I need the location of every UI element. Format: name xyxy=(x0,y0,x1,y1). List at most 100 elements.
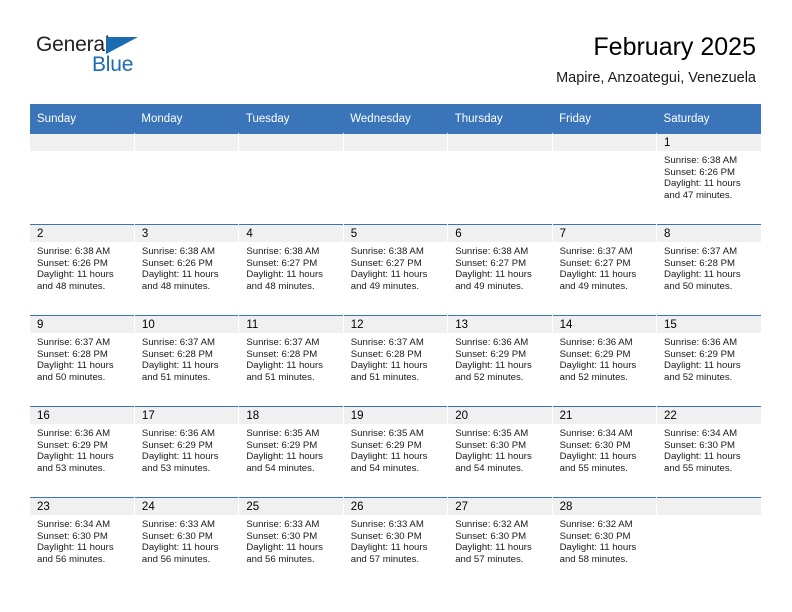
day-number: 5 xyxy=(343,225,447,242)
calendar-day-cell[interactable]: 16 Sunrise: 6:36 AM Sunset: 6:29 PM Dayligh… xyxy=(30,406,135,498)
day-number: 7 xyxy=(552,225,656,242)
weekday-header-thursday: Thursday xyxy=(447,104,553,134)
day-number: 15 xyxy=(657,316,761,333)
sunrise-time: Sunrise: 6:33 AM xyxy=(246,519,320,530)
calendar-week-row: 2 Sunrise: 6:38 AM Sunset: 6:26 PM Daylight… xyxy=(30,224,761,316)
sunset-time: Sunset: 6:28 PM xyxy=(246,348,318,360)
calendar-page: General Blue February 2025 Mapire, Anzoa… xyxy=(0,0,792,612)
calendar-day-cell[interactable]: 6 Sunrise: 6:38 AM Sunset: 6:27 PM Daylight… xyxy=(447,224,553,316)
calendar-day-cell[interactable]: 22 Sunrise: 6:34 AM Sunset: 6:30 PM Dayligh… xyxy=(656,406,761,498)
day-number xyxy=(448,134,552,151)
calendar-cell-empty xyxy=(30,133,135,225)
day-number: 25 xyxy=(239,498,343,515)
calendar-day-cell[interactable]: 9 Sunrise: 6:37 AM Sunset: 6:28 PM Daylight… xyxy=(30,315,135,407)
calendar-day-cell[interactable]: 17 Sunrise: 6:36 AM Sunset: 6:29 PM Dayligh… xyxy=(134,406,240,498)
calendar-day-cell[interactable]: 20 Sunrise: 6:35 AM Sunset: 6:30 PM Dayligh… xyxy=(447,406,553,498)
daylight-duration-line1: Daylight: 11 hours xyxy=(350,360,428,372)
daylight-duration-line1: Daylight: 11 hours xyxy=(455,542,532,554)
day-number: 4 xyxy=(239,225,343,242)
day-details: Sunrise: 6:34 AM Sunset: 6:30 PM Daylight:… xyxy=(30,515,133,565)
sunset-time: Sunset: 6:30 PM xyxy=(455,530,527,542)
daylight-duration-line1: Daylight: 11 hours xyxy=(37,542,114,554)
daylight-duration-line1: Daylight: 11 hours xyxy=(455,360,532,372)
daylight-duration-line1: Daylight: 11 hours xyxy=(37,360,114,372)
sunset-time: Sunset: 6:28 PM xyxy=(37,348,108,360)
day-number: 21 xyxy=(552,407,656,424)
calendar-grid: Sunday Monday Tuesday Wednesday Thursday Frid… xyxy=(30,104,761,588)
brand-logo[interactable]: General Blue xyxy=(36,34,296,76)
daylight-duration-line2: and 57 minutes. xyxy=(350,553,420,565)
sunrise-time: Sunrise: 6:38 AM xyxy=(141,246,215,257)
sunset-time: Sunset: 6:29 PM xyxy=(246,439,318,451)
sunset-time: Sunset: 6:29 PM xyxy=(559,348,631,360)
calendar-day-cell[interactable]: 23 Sunrise: 6:34 AM Sunset: 6:30 PM Dayligh… xyxy=(30,497,135,588)
calendar-day-cell[interactable]: 28 Sunrise: 6:32 AM Sunset: 6:30 PM Dayligh… xyxy=(552,497,658,588)
calendar-day-cell[interactable]: 3 Sunrise: 6:38 AM Sunset: 6:26 PM Daylight… xyxy=(134,224,240,316)
calendar-cell-empty xyxy=(656,497,761,588)
daylight-duration-line2: and 52 minutes. xyxy=(559,371,628,383)
daylight-duration-line1: Daylight: 11 hours xyxy=(350,269,428,281)
calendar-day-cell[interactable]: 10 Sunrise: 6:37 AM Sunset: 6:28 PM Dayligh… xyxy=(134,315,240,407)
daylight-duration-line1: Daylight: 11 hours xyxy=(141,451,219,463)
calendar-day-cell[interactable]: 24 Sunrise: 6:33 AM Sunset: 6:30 PM Dayligh… xyxy=(134,497,240,588)
daylight-duration-line1: Daylight: 11 hours xyxy=(141,269,219,281)
daylight-duration-line1: Daylight: 11 hours xyxy=(455,269,532,281)
calendar-day-cell[interactable]: 14 Sunrise: 6:36 AM Sunset: 6:29 PM Dayligh… xyxy=(552,315,658,407)
day-number xyxy=(30,134,134,151)
daylight-duration-line2: and 51 minutes. xyxy=(246,371,315,383)
daylight-duration-line2: and 56 minutes. xyxy=(37,553,106,565)
calendar-day-cell[interactable]: 5 Sunrise: 6:38 AM Sunset: 6:27 PM Daylight… xyxy=(343,224,449,316)
day-details: Sunrise: 6:36 AM Sunset: 6:29 PM Daylight:… xyxy=(30,424,133,474)
calendar-day-cell[interactable]: 15 Sunrise: 6:36 AM Sunset: 6:29 PM Dayligh… xyxy=(656,315,761,407)
calendar-cell-empty xyxy=(447,133,553,225)
sunset-time: Sunset: 6:28 PM xyxy=(664,257,735,269)
day-details: Sunrise: 6:32 AM Sunset: 6:30 PM Daylight:… xyxy=(448,515,551,565)
calendar-day-cell[interactable]: 21 Sunrise: 6:34 AM Sunset: 6:30 PM Dayligh… xyxy=(552,406,658,498)
daylight-duration-line1: Daylight: 11 hours xyxy=(246,269,323,281)
daylight-duration-line2: and 48 minutes. xyxy=(37,280,106,292)
daylight-duration-line2: and 53 minutes. xyxy=(37,462,106,474)
brand-text-blue: Blue xyxy=(92,53,134,76)
sunset-time: Sunset: 6:27 PM xyxy=(455,257,527,269)
day-number: 12 xyxy=(343,316,447,333)
sunset-time: Sunset: 6:29 PM xyxy=(455,348,527,360)
sunrise-time: Sunrise: 6:38 AM xyxy=(37,246,111,257)
sunset-time: Sunset: 6:30 PM xyxy=(350,530,422,542)
calendar-week-row: 16 Sunrise: 6:36 AM Sunset: 6:29 PM Dayligh… xyxy=(30,406,761,498)
day-details: Sunrise: 6:37 AM Sunset: 6:27 PM Daylight:… xyxy=(553,242,656,292)
daylight-duration-line2: and 53 minutes. xyxy=(141,462,211,474)
brand-name-general: General xyxy=(36,34,296,57)
daylight-duration-line2: and 56 minutes. xyxy=(141,553,211,565)
daylight-duration-line1: Daylight: 11 hours xyxy=(246,360,323,372)
day-details: Sunrise: 6:35 AM Sunset: 6:30 PM Daylight:… xyxy=(448,424,551,474)
calendar-day-cell[interactable]: 12 Sunrise: 6:37 AM Sunset: 6:28 PM Dayligh… xyxy=(343,315,449,407)
day-details: Sunrise: 6:38 AM Sunset: 6:26 PM Daylight:… xyxy=(30,242,133,292)
daylight-duration-line1: Daylight: 11 hours xyxy=(246,451,323,463)
sunset-time: Sunset: 6:29 PM xyxy=(37,439,108,451)
page-header: General Blue February 2025 Mapire, Anzoa… xyxy=(36,32,756,100)
calendar-day-cell[interactable]: 26 Sunrise: 6:33 AM Sunset: 6:30 PM Dayligh… xyxy=(343,497,449,588)
calendar-day-cell[interactable]: 11 Sunrise: 6:37 AM Sunset: 6:28 PM Dayligh… xyxy=(238,315,344,407)
calendar-day-cell[interactable]: 7 Sunrise: 6:37 AM Sunset: 6:27 PM Daylight… xyxy=(552,224,658,316)
calendar-day-cell[interactable]: 25 Sunrise: 6:33 AM Sunset: 6:30 PM Dayligh… xyxy=(238,497,344,588)
calendar-day-cell[interactable]: 19 Sunrise: 6:35 AM Sunset: 6:29 PM Dayligh… xyxy=(343,406,449,498)
daylight-duration-line1: Daylight: 11 hours xyxy=(350,542,428,554)
sunset-time: Sunset: 6:30 PM xyxy=(141,530,213,542)
daylight-duration-line2: and 54 minutes. xyxy=(350,462,420,474)
daylight-duration-line1: Daylight: 11 hours xyxy=(664,451,741,463)
daylight-duration-line2: and 49 minutes. xyxy=(559,280,628,292)
calendar-day-cell[interactable]: 8 Sunrise: 6:37 AM Sunset: 6:28 PM Daylight… xyxy=(656,224,761,316)
sunrise-time: Sunrise: 6:38 AM xyxy=(455,246,529,257)
sunrise-time: Sunrise: 6:34 AM xyxy=(559,428,633,439)
day-number: 11 xyxy=(239,316,343,333)
calendar-day-cell[interactable]: 13 Sunrise: 6:36 AM Sunset: 6:29 PM Dayligh… xyxy=(447,315,553,407)
calendar-day-cell[interactable]: 27 Sunrise: 6:32 AM Sunset: 6:30 PM Dayligh… xyxy=(447,497,553,588)
day-details: Sunrise: 6:38 AM Sunset: 6:27 PM Daylight:… xyxy=(448,242,551,292)
calendar-day-cell[interactable]: 4 Sunrise: 6:38 AM Sunset: 6:27 PM Daylight… xyxy=(238,224,344,316)
calendar-cell-empty xyxy=(343,133,449,225)
calendar-day-cell[interactable]: 1 Sunrise: 6:38 AM Sunset: 6:26 PM Daylight… xyxy=(656,133,761,225)
calendar-day-cell[interactable]: 2 Sunrise: 6:38 AM Sunset: 6:26 PM Daylight… xyxy=(30,224,135,316)
calendar-day-cell[interactable]: 18 Sunrise: 6:35 AM Sunset: 6:29 PM Dayligh… xyxy=(238,406,344,498)
day-number: 24 xyxy=(134,498,238,515)
day-details: Sunrise: 6:35 AM Sunset: 6:29 PM Daylight:… xyxy=(239,424,342,474)
